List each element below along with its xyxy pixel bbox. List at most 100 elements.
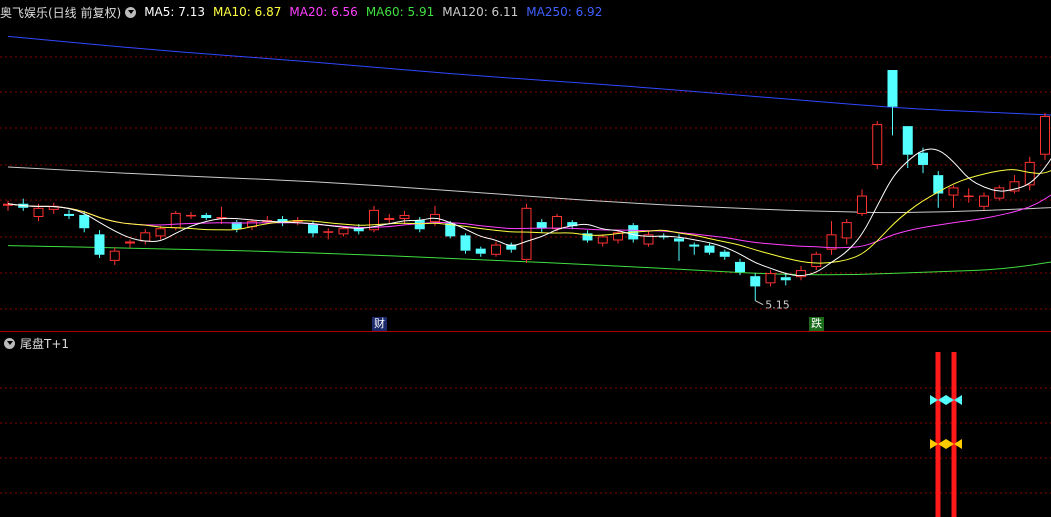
candle bbox=[48, 202, 59, 214]
candle-body bbox=[79, 214, 90, 229]
candle bbox=[1040, 112, 1050, 160]
chevron-down-icon[interactable] bbox=[4, 337, 15, 349]
candle-body bbox=[1024, 161, 1035, 186]
candle bbox=[3, 200, 13, 211]
candle-body bbox=[719, 251, 730, 257]
candle bbox=[872, 121, 883, 170]
candle bbox=[826, 221, 837, 255]
low-marker-pointer bbox=[755, 300, 764, 306]
candle bbox=[643, 231, 654, 247]
sub-panel-title[interactable]: 尾盘T+1 bbox=[20, 335, 69, 352]
candle bbox=[491, 241, 501, 257]
candle-body bbox=[536, 222, 547, 229]
candle-body bbox=[491, 244, 501, 255]
candle-body bbox=[155, 228, 166, 237]
candle-body bbox=[384, 218, 395, 221]
candle-body bbox=[64, 213, 74, 216]
candle bbox=[369, 205, 379, 233]
ma5-label: MA5: 7.13 bbox=[144, 5, 205, 19]
candle-body bbox=[170, 212, 181, 229]
ma250-label: MA250: 6.92 bbox=[526, 5, 603, 19]
ma120-label: MA120: 6.11 bbox=[442, 5, 519, 19]
candle bbox=[186, 211, 196, 220]
candle-body bbox=[765, 273, 776, 284]
candle-body bbox=[521, 207, 532, 260]
candle bbox=[933, 171, 944, 208]
candle-body bbox=[948, 187, 959, 196]
candle bbox=[216, 206, 227, 225]
candle bbox=[979, 192, 989, 210]
candle-body bbox=[933, 175, 944, 194]
candle-body bbox=[872, 124, 883, 165]
candle-body bbox=[94, 234, 105, 255]
candle bbox=[948, 185, 959, 208]
candle bbox=[597, 234, 608, 247]
candle bbox=[109, 247, 120, 265]
candle bbox=[536, 219, 547, 233]
ma60-label: MA60: 5.91 bbox=[365, 5, 435, 19]
candle-body bbox=[186, 214, 196, 217]
candle bbox=[796, 265, 806, 281]
candle bbox=[963, 188, 974, 203]
candle-body bbox=[689, 244, 700, 247]
candle-body bbox=[704, 245, 715, 253]
candle-body bbox=[994, 187, 1005, 199]
candle bbox=[887, 70, 898, 136]
candle-body bbox=[552, 215, 562, 230]
sub-panel-header: 尾盘T+1 bbox=[0, 335, 69, 351]
candle bbox=[841, 219, 852, 245]
candle-body bbox=[674, 238, 684, 242]
candle bbox=[689, 242, 700, 255]
candle bbox=[582, 230, 593, 243]
candle-body bbox=[780, 277, 791, 281]
candle bbox=[857, 189, 867, 216]
candle-body bbox=[902, 126, 913, 155]
candle bbox=[811, 251, 822, 271]
stock-title[interactable]: 奥飞娱乐(日线 前复权) bbox=[0, 4, 121, 21]
candle bbox=[765, 270, 776, 287]
signal-bar bbox=[951, 352, 957, 517]
candle bbox=[94, 230, 105, 258]
candle-body bbox=[826, 234, 837, 250]
candle bbox=[64, 209, 74, 220]
chart-legend: 奥飞娱乐(日线 前复权) MA5: 7.13 MA10: 6.87 MA20: … bbox=[0, 3, 610, 21]
candle bbox=[475, 246, 486, 257]
candle bbox=[994, 185, 1005, 201]
candle-body bbox=[460, 235, 471, 251]
drop-tag[interactable]: 跌 bbox=[809, 317, 824, 331]
candle-body bbox=[735, 261, 745, 273]
candle bbox=[613, 230, 623, 244]
candle-body bbox=[963, 195, 974, 198]
stock-chart: 7.695.15 bbox=[0, 35, 1051, 517]
candle-body bbox=[308, 224, 318, 234]
candle-body bbox=[918, 152, 928, 165]
candle-body bbox=[887, 70, 898, 107]
candle-body bbox=[979, 195, 989, 207]
candle-body bbox=[338, 228, 349, 235]
candle-body bbox=[841, 222, 852, 239]
candle bbox=[506, 242, 517, 253]
candle bbox=[155, 226, 166, 240]
candle bbox=[460, 233, 471, 254]
candle-body bbox=[597, 236, 608, 244]
tail-t1-indicator bbox=[930, 352, 962, 517]
candle-body bbox=[201, 214, 212, 219]
candle-body bbox=[1040, 115, 1050, 155]
candle-body bbox=[109, 250, 120, 261]
candle bbox=[323, 228, 334, 240]
candle-body bbox=[125, 241, 135, 244]
chevron-down-icon[interactable] bbox=[125, 6, 137, 18]
candle bbox=[1009, 175, 1020, 194]
candle bbox=[231, 220, 242, 233]
candle-body bbox=[33, 207, 44, 217]
candle bbox=[674, 234, 684, 261]
candle bbox=[704, 243, 715, 255]
candle-body bbox=[414, 220, 425, 230]
ma10-label: MA10: 6.87 bbox=[212, 5, 282, 19]
candle bbox=[918, 147, 928, 174]
candle-body bbox=[857, 195, 867, 214]
ma20-label: MA20: 6.56 bbox=[289, 5, 358, 19]
candle-body bbox=[475, 248, 486, 254]
financial-report-tag[interactable]: 财 bbox=[372, 317, 387, 331]
candle-body bbox=[399, 214, 410, 220]
